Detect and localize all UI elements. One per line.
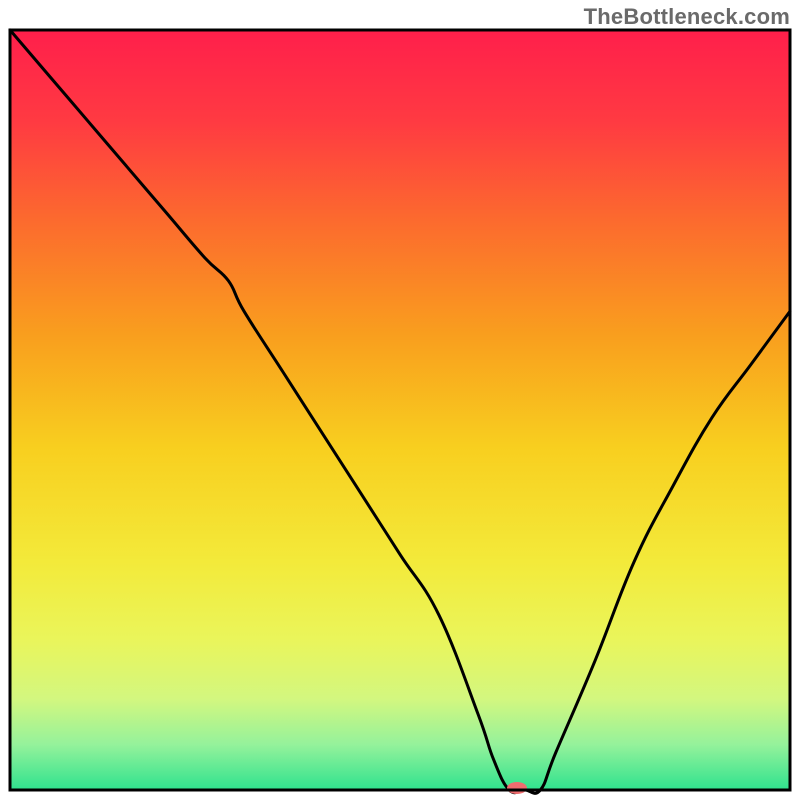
chart-background: [10, 30, 790, 790]
chart-svg: [0, 0, 800, 800]
bottleneck-chart: TheBottleneck.com: [0, 0, 800, 800]
watermark-text: TheBottleneck.com: [584, 4, 790, 30]
optimal-marker: [507, 782, 527, 794]
